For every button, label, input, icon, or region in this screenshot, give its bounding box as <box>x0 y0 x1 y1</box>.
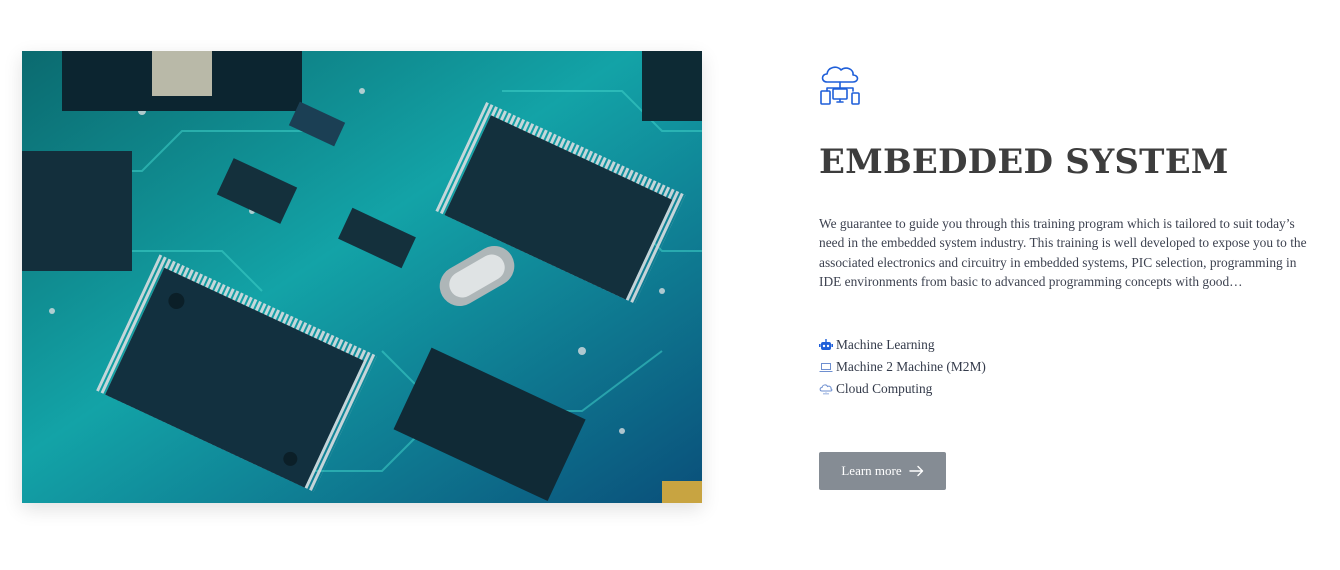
feature-item-cloud-computing: Cloud Computing <box>819 378 986 400</box>
feature-label: Machine 2 Machine (M2M) <box>836 359 986 374</box>
feature-label: Machine Learning <box>836 337 935 352</box>
service-description: We guarantee to guide you through this t… <box>819 216 1307 290</box>
cloud-icon <box>819 383 833 395</box>
robot-icon <box>819 339 833 351</box>
learn-more-button[interactable]: Learn more <box>819 452 946 490</box>
circuit-board-image <box>22 51 702 503</box>
learn-more-label: Learn more <box>841 463 902 478</box>
laptop-icon <box>819 361 833 373</box>
feature-list: Machine Learning Machine 2 Machine (M2M)… <box>819 334 986 400</box>
cloud-devices-icon <box>819 62 861 106</box>
feature-label: Cloud Computing <box>836 381 933 396</box>
feature-item-machine-learning: Machine Learning <box>819 334 986 356</box>
service-title: EMBEDDED SYSTEM <box>819 142 1229 182</box>
feature-item-m2m: Machine 2 Machine (M2M) <box>819 356 986 378</box>
arrow-right-icon <box>908 465 924 477</box>
